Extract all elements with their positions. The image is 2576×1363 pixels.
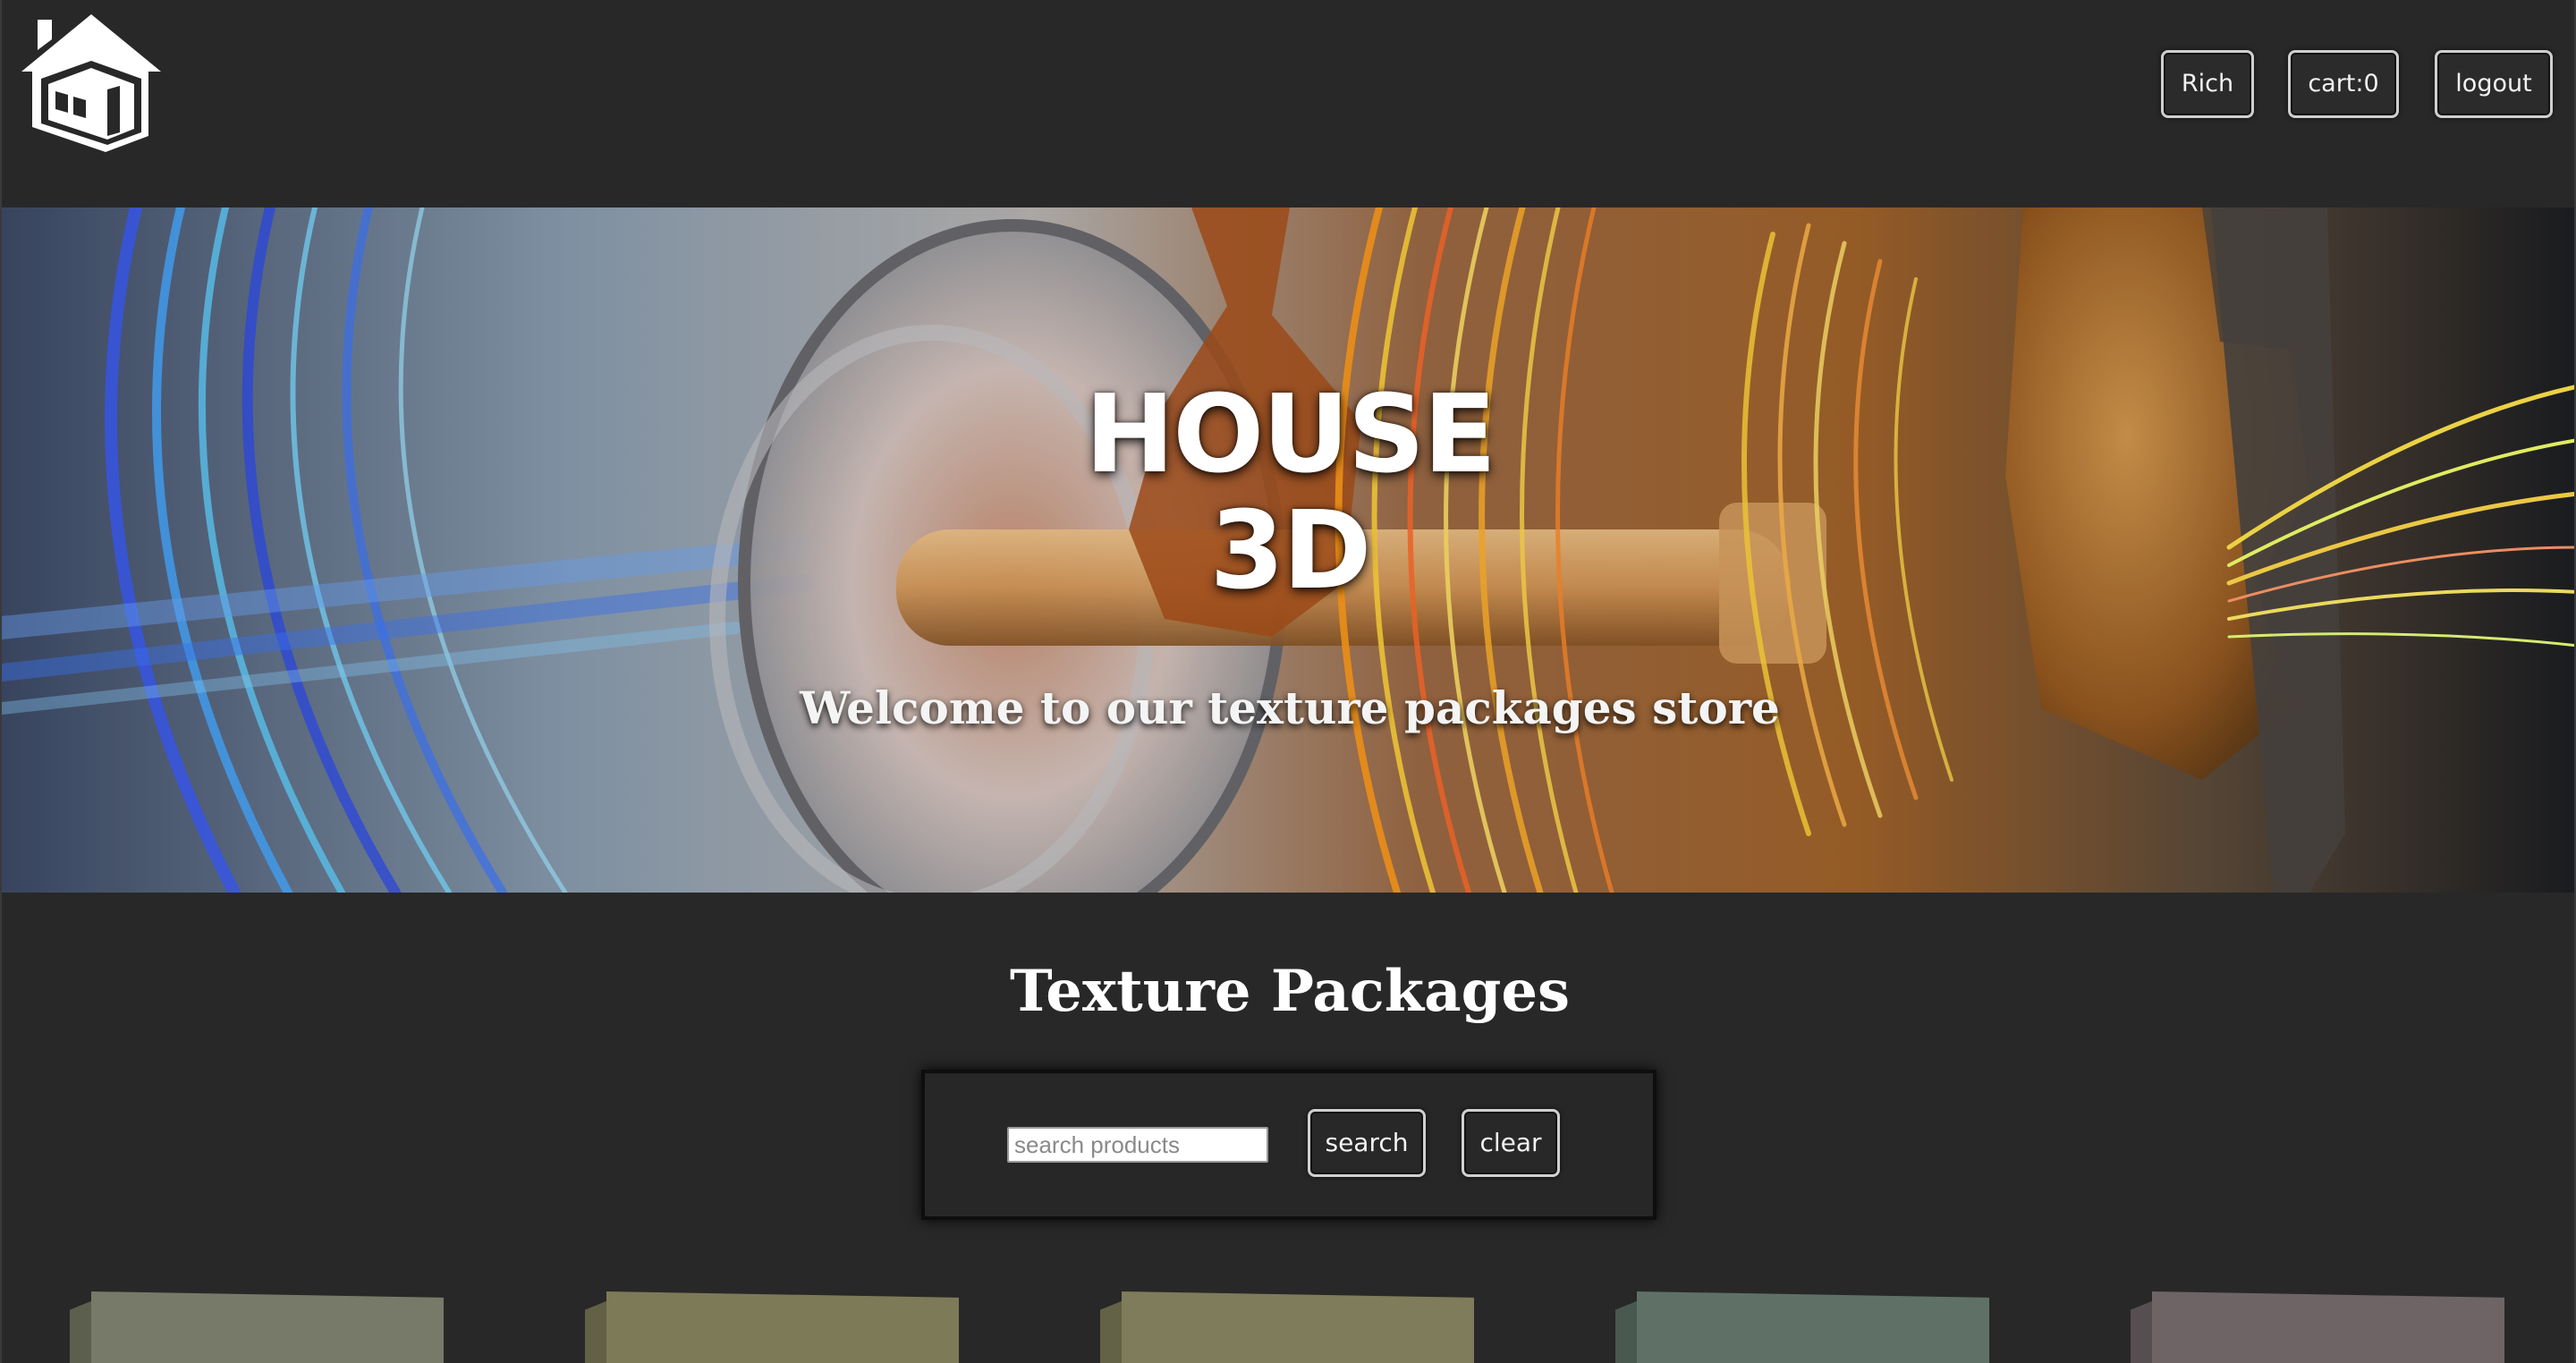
product-box-side: [1100, 1300, 1123, 1363]
product-card[interactable]: [585, 1291, 959, 1363]
top-header: Rich cart:0 logout: [2, 0, 2574, 207]
hero-subtitle: Welcome to our texture packages store: [800, 682, 1780, 734]
section-title: Texture Packages: [1009, 958, 1571, 1025]
product-box-side: [2131, 1300, 2154, 1363]
product-box-face: [606, 1291, 959, 1363]
search-button[interactable]: search: [1308, 1109, 1426, 1177]
search-panel: search clear: [921, 1070, 1657, 1220]
hero-title-line-1: HOUSE: [1084, 373, 1496, 497]
product-box-side: [70, 1300, 93, 1363]
product-box-face: [1122, 1291, 1474, 1363]
product-box-face: [91, 1291, 444, 1363]
product-card[interactable]: [1100, 1291, 1474, 1363]
product-card[interactable]: [1615, 1291, 1989, 1363]
cart-button[interactable]: cart:0: [2288, 50, 2399, 118]
product-box-side: [1615, 1300, 1639, 1363]
product-box-face: [1637, 1291, 1989, 1363]
hero-title-line-2: 3D: [1209, 489, 1371, 614]
user-button[interactable]: Rich: [2161, 50, 2254, 118]
house-icon[interactable]: [18, 9, 165, 152]
product-grid: [2, 1279, 2574, 1363]
product-box-side: [585, 1300, 608, 1363]
hero-title: HOUSE 3D: [2, 373, 2574, 614]
page: Rich cart:0 logout HOUSE 3D Welcome to o…: [0, 0, 2576, 1363]
clear-button[interactable]: clear: [1462, 1109, 1560, 1177]
hero-banner: HOUSE 3D Welcome to our texture packages…: [2, 207, 2574, 893]
product-box-face: [2152, 1291, 2504, 1363]
search-input[interactable]: [1007, 1127, 1268, 1163]
logout-button[interactable]: logout: [2435, 50, 2553, 118]
product-card[interactable]: [2131, 1291, 2504, 1363]
product-card[interactable]: [70, 1291, 444, 1363]
